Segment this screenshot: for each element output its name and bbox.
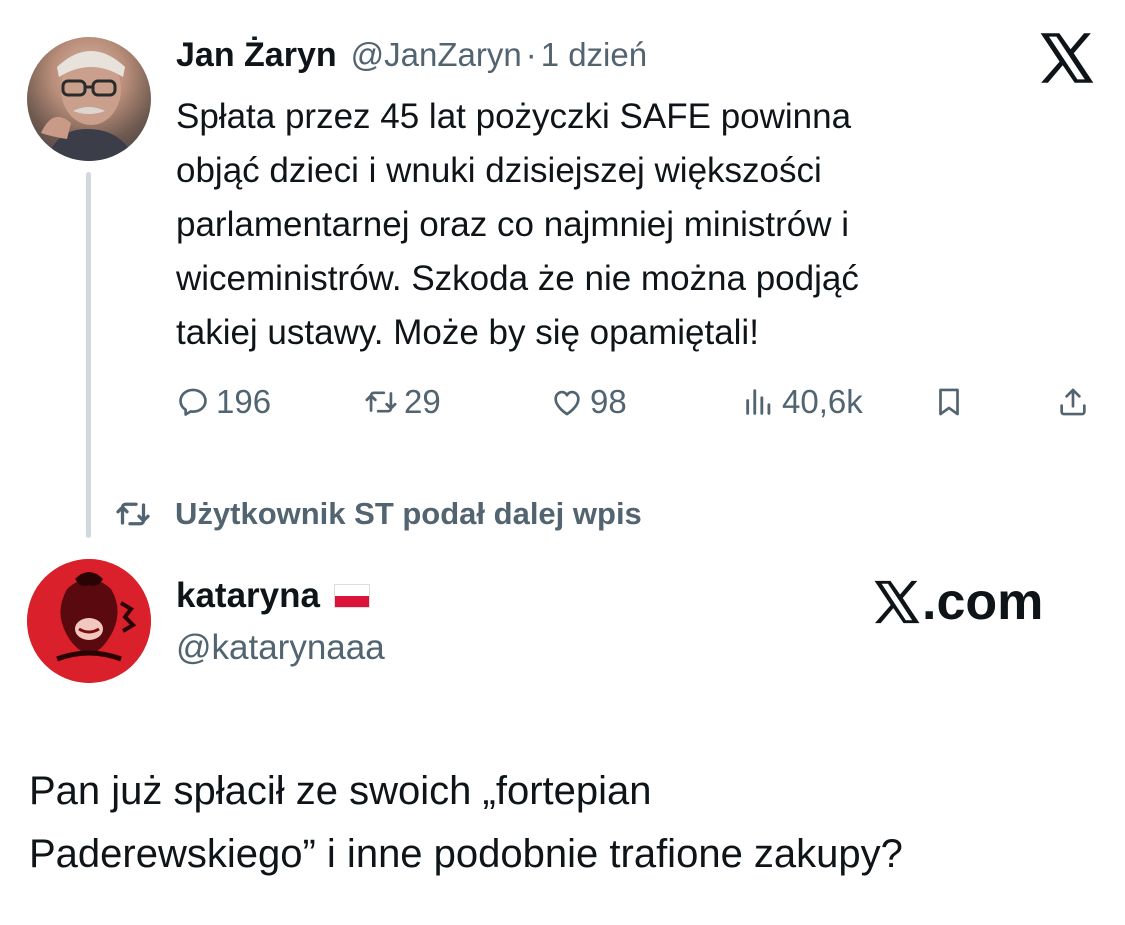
tweet1-text-line: takiej ustawy. Może by się opamiętali! (176, 313, 759, 352)
avatar-portrait-icon (41, 51, 135, 161)
poland-flag-icon (333, 584, 370, 608)
share-icon (1060, 388, 1086, 416)
avatar-jan-zaryn[interactable] (27, 37, 151, 161)
bookmark-button[interactable] (932, 380, 972, 424)
reply-count: 196 (216, 383, 272, 420)
retweet-icon (116, 502, 150, 526)
retweet-count: 29 (404, 383, 441, 420)
retweet-icon (365, 391, 397, 413)
tweet1-action-bar: 196 29 98 40,6k (176, 380, 1096, 424)
tweet1-timestamp[interactable]: 1 dzień (541, 36, 647, 74)
tweet2-author-name[interactable]: kataryna (176, 576, 320, 616)
x-com-brand-text: .com (922, 573, 1044, 631)
tweet1-text: Spłata przez 45 lat pożyczki SAFE powinn… (176, 90, 1056, 360)
avatar-illustration-icon (27, 559, 151, 683)
tweet1-text-line: Spłata przez 45 lat pożyczki SAFE powinn… (176, 97, 852, 136)
tweet2-text: Pan już spłacił ze swoich „fortepian Pad… (29, 760, 1109, 886)
share-button[interactable] (1056, 380, 1096, 424)
tweet1-author-handle[interactable]: @JanZaryn (351, 36, 522, 74)
thread-connector-line (86, 172, 91, 538)
avatar-kataryna[interactable] (27, 559, 151, 683)
like-count: 98 (590, 383, 627, 420)
tweet2-text-line: Pan już spłacił ze swoich „fortepian (29, 769, 652, 813)
x-logo-icon (874, 580, 920, 624)
tweet1-separator: · (525, 36, 537, 73)
tweet1-text-line: wiceministrów. Szkoda że nie można podją… (176, 259, 859, 298)
x-com-brand: .com (874, 572, 1043, 632)
tweet1-text-line: parlamentarnej oraz co najmniej ministró… (176, 205, 850, 244)
x-logo-icon[interactable] (1040, 33, 1094, 83)
bookmark-icon (939, 388, 959, 416)
heart-icon (554, 390, 580, 416)
tweet1-header: Jan Żaryn @JanZaryn · 1 dzień (176, 36, 647, 76)
retweet-notice-text: Użytkownik ST podał dalej wpis (175, 496, 642, 531)
views-button[interactable]: 40,6k (742, 380, 863, 424)
retweet-button[interactable]: 29 (364, 380, 441, 424)
like-button[interactable]: 98 (550, 380, 627, 424)
retweet-notice[interactable]: Użytkownik ST podał dalej wpis (115, 494, 642, 534)
tweet2-author-name-row[interactable]: kataryna (176, 576, 370, 616)
reply-button[interactable]: 196 (176, 380, 271, 424)
tweet2-author-handle[interactable]: @katarynaaa (176, 628, 385, 668)
views-count: 40,6k (782, 383, 863, 420)
views-chart-icon (746, 389, 771, 415)
tweet2-text-line: Paderewskiego” i inne podobnie trafione … (29, 832, 903, 876)
tweet1-author-name[interactable]: Jan Żaryn (176, 36, 337, 75)
reply-icon (179, 388, 207, 416)
tweet1-text-line: objąć dzieci i wnuki dzisiejszej większo… (176, 151, 822, 190)
